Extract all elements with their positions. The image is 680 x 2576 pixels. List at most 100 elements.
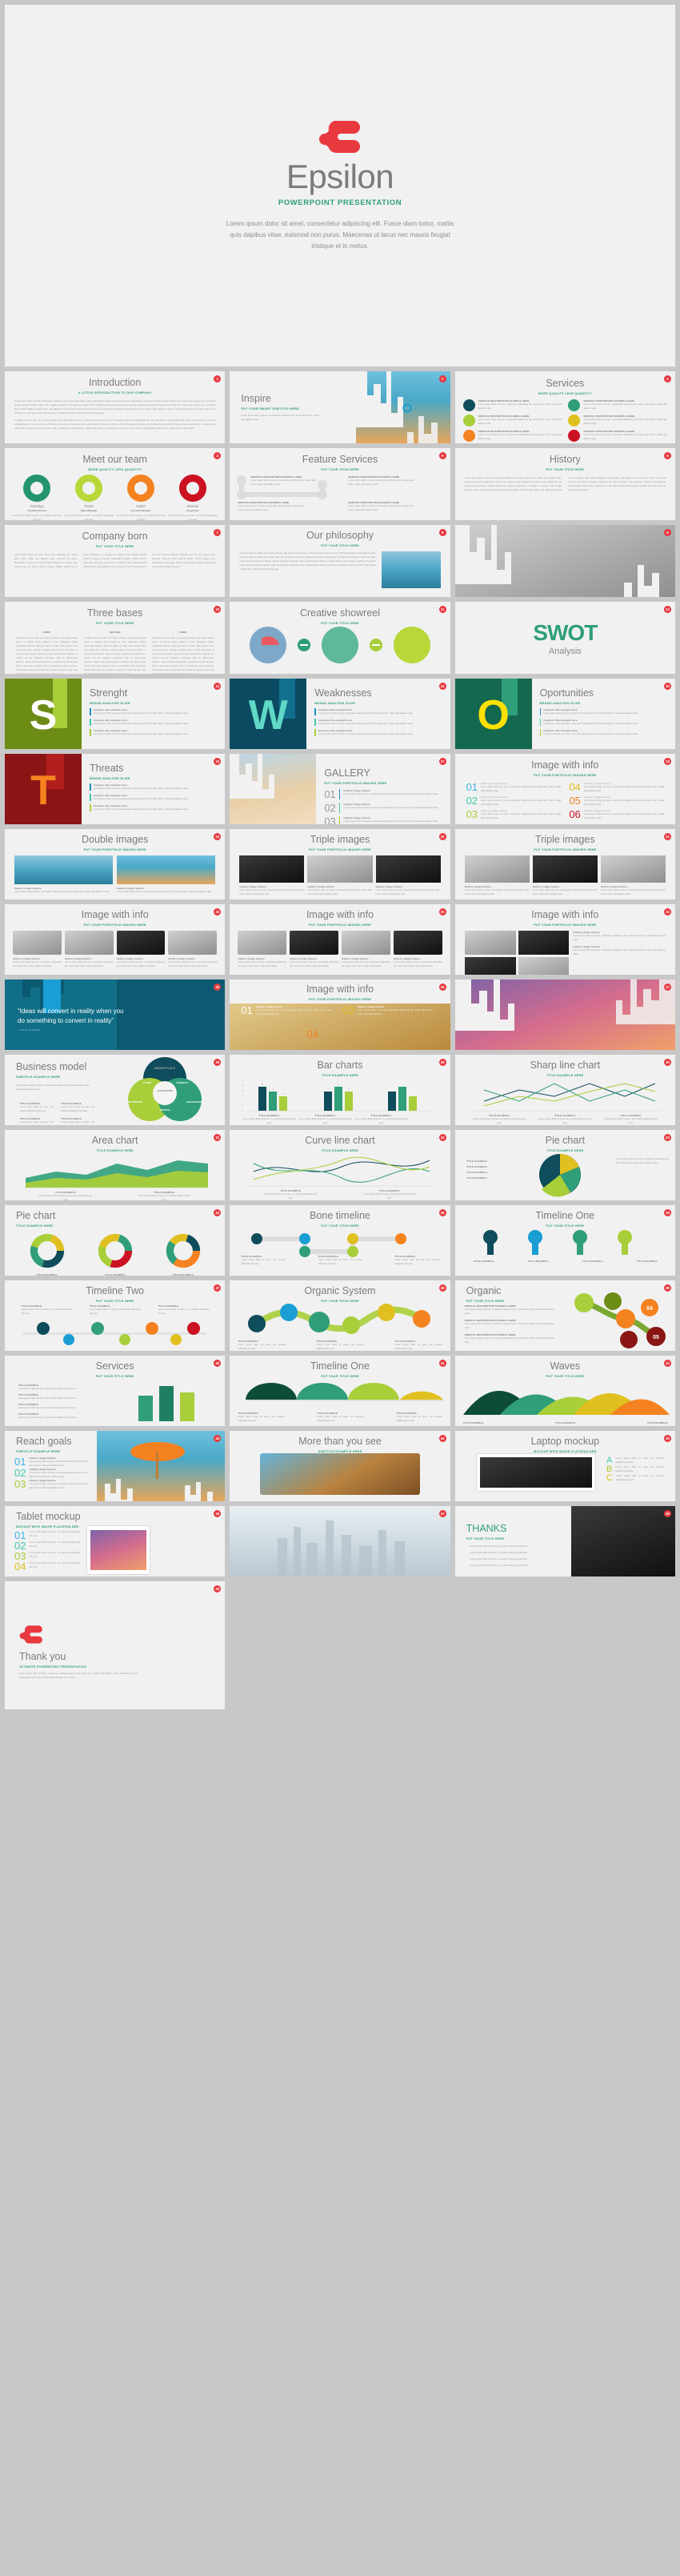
service-item[interactable]: SERVICE DESCRIPTION EXAMPLE HERE Lorem i… [568,414,667,427]
slide-bone-timeline[interactable]: 35 Bone timeline PUT YOUR TITLE HERE TIT… [230,1205,450,1276]
slide-image-with-info-4[interactable]: 24 Image with info PUT YOUR PORTFOLIO IM… [454,904,675,975]
svg-text:5: 5 [338,1083,340,1086]
gallery-photo [341,930,390,955]
slide-city-image[interactable]: 47 [230,1506,450,1576]
slide-triple-images-1[interactable]: 20 Triple images PUT YOUR PORTFOLIO IMAG… [230,829,450,899]
slide-oportunities[interactable]: 15 O Oportunities BRAND ANALYSIS SLIDE A… [454,679,675,749]
slide-weaknesses[interactable]: 14 W Weaknesses BRAND ANALYSIS SLIDE Ana… [230,679,450,749]
slide-creative-showreel[interactable]: 11 Creative showreel PUT YOUR TITLE HERE [230,602,450,674]
slide-area-chart[interactable]: 31 Area chart TITLE EXAMPLE HERE TITLE E… [5,1130,226,1200]
swot-art-panel: W [230,679,307,749]
gallery-item[interactable]: 02 Gallery image feature Lorem ipsum dol… [324,802,442,813]
grid-row: 31 Area chart TITLE EXAMPLE HERE TITLE E… [5,1130,675,1200]
item-text: Lorem ipsum dolor sit amet, consectetur … [481,812,562,819]
slide-triple-images-2[interactable]: 21 Triple images PUT YOUR PORTFOLIO IMAG… [454,829,675,899]
laptop-item[interactable]: A Lorem ipsum dolor sit amet, con sectet… [606,1456,664,1465]
item-number: 03 [466,807,478,820]
slide-image-with-info-1[interactable]: 18 Image with info PUT YOUR PORTFOLIO IM… [454,754,675,824]
slide-introduction[interactable]: 1 Introduction A LITTLE INTRODUCTION TO … [5,371,226,443]
bullet-text: Lorem ipsum dolor sit amet, consectetur … [93,797,189,800]
grid-row: 4 Meet our team MORE QUALITY LESS QUANTI… [5,448,675,520]
slide-company-born[interactable]: 7 Company born PUT YOUR TITLE HERE Lorem… [5,525,226,597]
info-item[interactable]: 01 Gallery image feature Lorem ipsum dolo… [241,1005,331,1016]
slide-thanks[interactable]: 48 THANKS PUT YOUR TITLE HERE Lorem ipsu… [454,1506,675,1576]
slide-subtitle: ULTIMATE POWERPOINT PRESENTATION [19,1664,87,1669]
slide-services[interactable]: 3 Services MORE QUALITY LESS QUANTITY SE… [454,371,675,443]
slide-strenght[interactable]: 13 S Strenght BRAND ANALYSIS SLIDE Analy… [5,679,226,749]
slide-organic-system[interactable]: 38 Organic System PUT YOUR TITLE HERE TI… [230,1280,450,1351]
slide-three-bases[interactable]: 10 Three bases PUT YOUR TITLE HERE FIRST… [5,602,226,674]
slide-timeline-one-a[interactable]: 36 Timeline One PUT YOUR TITLE HERE TITL… [454,1205,675,1276]
slide-business-model[interactable]: 28 Business model SUBTITLE EXAMPLE HERE … [5,1055,226,1125]
slide-image-with-info-5[interactable]: 26 Image with info PUT YOUR PORTFOLIO IM… [230,980,450,1050]
slide-feature-services[interactable]: 5 Feature Services PUT YOUR TITLE HERE S… [230,448,450,520]
slide-gallery[interactable]: 17 GALLERY PUT YOUR PORTFOLIO IMAGES HER… [230,754,450,824]
city-skyline [278,1520,406,1576]
info-item[interactable]: 04 Gallery image feature Lorem ipsum dolo… [569,782,664,793]
slide-meet-our-team[interactable]: 4 Meet our team MORE QUALITY LESS QUANTI… [5,448,226,520]
slide-reach-goals[interactable]: 43 Reach goals SUBTITLE EXAMPLE HERE 01 … [5,1431,226,1501]
slide-pie-chart-2[interactable]: 34 Pie chart TITLE EXAMPLE HERE TITLE EX… [5,1205,226,1276]
member-text: Lorem ipsum dolor sit amet, con sectetur… [116,514,166,520]
slide-subtitle: BRAND ANALYSIS SLIDE [90,700,130,705]
chart-category-text: Lorem ipsum dolor sit amet, con sectetur… [538,1118,591,1124]
laptop-item[interactable]: C Lorem ipsum dolor sit amet, con sectet… [606,1474,664,1483]
slide-tablet-mockup[interactable]: 46 Tablet mockup MOCKUP WITH IMAGE PLACE… [5,1506,226,1576]
slide-threats[interactable]: 16 T Threats BRAND ANALYSIS SLIDE Analys… [5,754,226,824]
slide-pie-chart-1[interactable]: 33 Pie chart TITLE EXAMPLE HERE TITLE EX… [454,1130,675,1200]
info-item[interactable]: 04 [306,1029,318,1040]
slide-waves[interactable]: 42 Waves PUT YOUR TITLE HERE TITLE EXAMP… [454,1356,675,1426]
service-item[interactable]: SERVICE DESCRIPTION EXAMPLE HERE Lorem i… [568,429,667,442]
slide-title: Triple images [535,834,595,845]
avatar [23,474,51,502]
donut-item: TITLE EXAMPLE Lorem ipsum dolor sit amet… [154,1232,212,1276]
info-item[interactable]: 01 Gallery image feature Lorem ipsum dolo… [466,782,562,793]
goal-item[interactable]: 03 Gallery image feature Lorem ipsum dolo… [14,1479,88,1490]
slide-image-full[interactable]: 9 [454,525,675,597]
slide-curve-line-chart[interactable]: 32 Curve line chart TITLE EXAMPLE HERE T… [230,1130,450,1200]
slide-swot-analysis[interactable]: 12 SWOT Analysis [454,602,675,674]
slide-quote[interactable]: 25 “Ideas will convert in reality when y… [5,980,226,1050]
service-item[interactable]: SERVICE DESCRIPTION EXAMPLE HERE Lorem i… [568,399,667,411]
slide-inspire[interactable]: 2 Inspire PUT YOUR SMART SUBTITLE HERE L… [230,371,450,443]
gallery-item[interactable]: 03 Gallery image feature Lorem ipsum dol… [324,815,442,824]
slide-services-2[interactable]: 40 Services PUT YOUR TITLE HERE TITLE EX… [5,1356,226,1426]
tablet-item[interactable]: 04 Lorem ipsum dolor sit amet, con sectet… [14,1561,80,1572]
info-item[interactable]: 03 Gallery image feature Lorem ipsum dolo… [466,809,562,820]
slide-organic[interactable]: 39 Organic PUT YOUR TITLE HERE SERVICE D… [454,1280,675,1351]
slide-image-with-info-3[interactable]: 23 Image with info PUT YOUR PORTFOLIO IM… [230,904,450,975]
slide-bar-charts[interactable]: 29 Bar charts TITLE EXAMPLE HERE 65 43 2… [230,1055,450,1125]
goal-item[interactable]: 02 Gallery image feature Lorem ipsum dolo… [14,1468,88,1479]
team-member[interactable]: Manuel Copywriter Lorem ipsum dolor sit … [168,474,218,520]
info-item[interactable]: 06 Gallery image feature Lorem ipsum dolo… [569,809,664,820]
service-item[interactable]: SERVICE DESCRIPTION EXAMPLE HERE Lorem i… [462,399,562,411]
info-item[interactable]: 02 Gallery image feature Lorem ipsum dolo… [342,1005,433,1016]
slide-laptop-mockup[interactable]: 45 Laptop mockup MOCKUP WITH IMAGE PLACE… [454,1431,675,1501]
slide-history[interactable]: 6 History PUT YOUR TITLE HERE Lorem ipsu… [454,448,675,520]
bullet-text: Lorem ipsum dolor sit amet, consectetur … [318,711,414,715]
slide-timeline-one-b[interactable]: 41 Timeline One PUT YOUR TITLE HERE TITL… [230,1356,450,1426]
slide-sharp-line-chart[interactable]: 30 Sharp line chart TITLE EXAMPLE HERE T… [454,1055,675,1125]
laptop-item[interactable]: B Lorem ipsum dolor sit amet, con sectet… [606,1465,664,1474]
member-name: Isabel [136,503,146,508]
slide-our-philosophy[interactable]: 8 Our philosophy PUT YOUR TITLE HERE Cur… [230,525,450,597]
slide-timeline-two[interactable]: 37 Timeline Two PUT YOUR TITLE HERE TITL… [5,1280,226,1351]
slide-sunset-image[interactable]: 27 [454,980,675,1050]
service-item[interactable]: SERVICE DESCRIPTION EXAMPLE HERE Lorem i… [462,429,562,442]
service-item[interactable]: SERVICE DESCRIPTION EXAMPLE HERE Lorem i… [462,414,562,427]
info-item[interactable]: 02 Gallery image feature Lorem ipsum dolo… [466,795,562,807]
gallery-photo [532,855,598,883]
hero-subtitle: POWERPOINT PRESENTATION [278,198,402,207]
slide-image-with-info-2[interactable]: 22 Image with info PUT YOUR PORTFOLIO IM… [5,904,226,975]
info-item[interactable]: 05 Gallery image feature Lorem ipsum dolo… [569,795,664,807]
slide-title: Introduction [89,377,142,388]
slide-thank-you[interactable]: 49 Thank you ULTIMATE POWERPOINT PRESENT… [5,1581,226,1709]
goal-item[interactable]: 01 Gallery image feature Lorem ipsum dolo… [14,1456,88,1468]
slide-double-images[interactable]: 19 Double images PUT YOUR PORTFOLIO IMAG… [5,829,226,899]
gallery-photo [464,855,530,883]
gallery-item[interactable]: 01 Gallery image feature Lorem ipsum dol… [324,788,442,799]
slide-more-than-you-see[interactable]: 44 More than you see SUBTITLE EXAMPLE HE… [230,1431,450,1501]
team-member[interactable]: Paola Sales Manager Lorem ipsum dolor si… [64,474,114,520]
team-member[interactable]: Isabel Account Manager Lorem ipsum dolor… [116,474,166,520]
team-member[interactable]: Santiago Creative Director Lorem ipsum d… [12,474,62,520]
